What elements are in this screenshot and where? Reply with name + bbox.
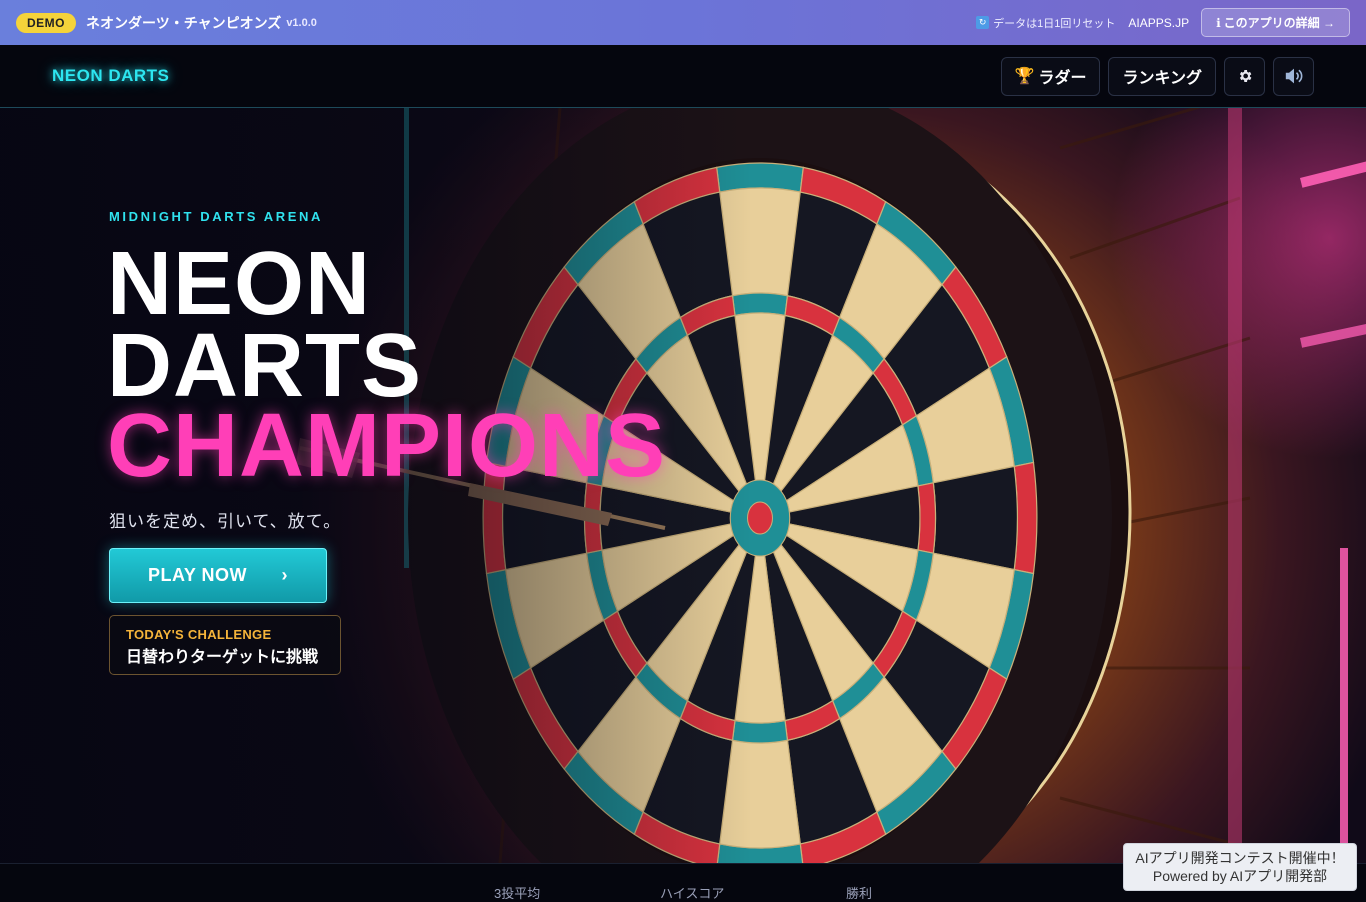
app-title: ネオンダーツ・チャンピオンズ (86, 14, 282, 31)
settings-button[interactable] (1224, 56, 1265, 96)
reset-note: ↻ データは1日1回リセット (976, 15, 1115, 31)
demo-bar-right: ↻ データは1日1回リセット AIAPPS.JP ℹ このアプリの詳細 → (976, 8, 1350, 37)
hero-title-line1: NEON (107, 234, 372, 334)
stat-label-highscore: ハイスコア (660, 886, 725, 901)
logo[interactable]: NEON DARTS (52, 66, 169, 86)
play-now-label: PLAY NOW (148, 565, 248, 585)
stat-label-wins: 勝利 (846, 886, 873, 901)
speaker-icon (1285, 68, 1302, 84)
app-details-label: このアプリの詳細 → (1223, 16, 1335, 30)
info-icon: ℹ (1216, 15, 1221, 30)
sound-button[interactable] (1273, 56, 1314, 96)
app-version: v1.0.0 (286, 16, 317, 29)
ladder-button[interactable]: 🏆 ラダー (1000, 56, 1101, 96)
ranking-label: ランキング (1122, 70, 1202, 87)
reset-note-text: データは1日1回リセット (993, 17, 1116, 30)
contest-line2: Powered by AIアプリ開発部 (1152, 868, 1328, 884)
ladder-label: ラダー (1038, 70, 1087, 87)
contest-line1: AIアプリ開発コンテスト開催中！ (1135, 850, 1345, 866)
top-nav: NEON DARTS 🏆 ラダー ランキング (0, 45, 1366, 108)
gear-icon (1239, 70, 1251, 82)
stat-label-average: 3投平均 (494, 886, 541, 901)
site-link[interactable]: AIAPPS.JP (1128, 16, 1189, 30)
ranking-button[interactable]: ランキング (1108, 56, 1216, 96)
chevron-right-icon: › (281, 565, 288, 585)
demo-badge: DEMO (16, 12, 76, 33)
nav-buttons: 🏆 ラダー ランキング (1000, 56, 1314, 96)
play-now-button[interactable]: PLAY NOW › (109, 548, 327, 603)
hero-tagline: 狙いを定め、引いて、放て。 (109, 512, 342, 531)
challenge-kicker: TODAY'S CHALLENGE (126, 627, 272, 642)
contest-banner[interactable]: AIアプリ開発コンテスト開催中！ Powered by AIアプリ開発部 (1123, 843, 1357, 891)
trophy-icon: 🏆 (1014, 68, 1035, 85)
challenge-title: 日替わりターゲットに挑戦 (126, 649, 319, 666)
todays-challenge-card[interactable]: TODAY'S CHALLENGE 日替わりターゲットに挑戦 (109, 615, 341, 675)
hero-title-line3: CHAMPIONS (107, 396, 667, 496)
demo-bar: DEMO ネオンダーツ・チャンピオンズ v1.0.0 ↻ データは1日1回リセッ… (0, 0, 1366, 45)
app-details-button[interactable]: ℹ このアプリの詳細 → (1201, 8, 1350, 37)
hero-kicker: MIDNIGHT DARTS ARENA (109, 209, 324, 224)
refresh-icon: ↻ (976, 16, 990, 29)
hero-section: MIDNIGHT DARTS ARENA NEON DARTS CHAMPION… (0, 108, 1366, 863)
hero-title-line2: DARTS (107, 316, 422, 416)
